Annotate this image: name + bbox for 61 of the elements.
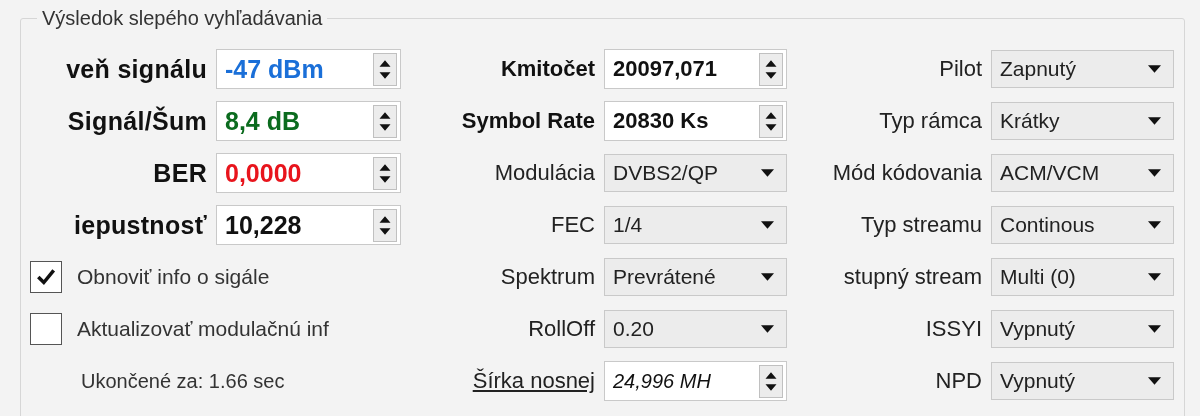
spin-arrows-icon[interactable] <box>759 104 783 138</box>
spin-box[interactable]: 20830 Ks <box>604 101 787 141</box>
field-label: Signál/Šum <box>66 106 208 136</box>
checkbox[interactable] <box>30 313 62 345</box>
field-label: NPD <box>934 368 983 394</box>
caret-icon <box>1148 377 1161 385</box>
caret-icon <box>1148 65 1161 73</box>
field-label: Pilot <box>938 56 983 82</box>
spin-arrows-icon[interactable] <box>759 364 783 398</box>
spin-box[interactable]: 8,4 dB <box>216 101 401 141</box>
spin-box[interactable]: 10,228 <box>216 205 401 245</box>
caret-icon <box>761 221 774 229</box>
field-label: Kmitočet <box>499 56 596 82</box>
dropdown[interactable]: Continous <box>991 206 1174 244</box>
spin-box[interactable]: 20097,071 <box>604 49 787 89</box>
caret-icon <box>1148 221 1161 229</box>
spin-box[interactable]: -47 dBm <box>216 49 401 89</box>
group-title: Výsledok slepého vyhľadávania <box>37 7 328 29</box>
dropdown[interactable]: Vypnutý <box>991 310 1174 348</box>
field-label: RollOff <box>527 316 596 342</box>
caret-icon <box>761 169 774 177</box>
checkbox-label: Aktualizovať modulačnú inf <box>77 317 329 341</box>
dropdown[interactable]: Multi (0) <box>991 258 1174 296</box>
field-label: ISSYI <box>924 316 983 342</box>
caret-icon <box>761 273 774 281</box>
field-label: iepustnosť <box>72 210 208 240</box>
dropdown[interactable]: 0.20 <box>604 310 787 348</box>
checkbox-label: Obnoviť info o sigále <box>77 265 270 289</box>
dropdown[interactable]: Prevrátené <box>604 258 787 296</box>
field-label: Typ streamu <box>859 212 983 238</box>
caret-icon <box>1148 273 1161 281</box>
field-label: Modulácia <box>493 160 596 186</box>
dropdown[interactable]: Zapnutý <box>991 50 1174 88</box>
field-label: Mód kódovania <box>831 160 983 186</box>
dropdown[interactable]: Krátky <box>991 102 1174 140</box>
spin-arrows-icon[interactable] <box>373 156 397 190</box>
field-link[interactable]: Šírka nosnej <box>413 368 604 394</box>
caret-icon <box>1148 325 1161 333</box>
spin-arrows-icon[interactable] <box>373 104 397 138</box>
caret-icon <box>761 325 774 333</box>
field-label: stupný stream <box>842 264 983 290</box>
field-label: veň signálu <box>65 54 208 84</box>
spin-box[interactable]: 24,996 MH <box>604 361 787 401</box>
field-label: FEC <box>550 212 596 238</box>
checkbox[interactable] <box>30 261 62 293</box>
field-label: BER <box>152 158 208 188</box>
status-text: Ukončené za: 1.66 sec <box>81 369 285 393</box>
field-label: Symbol Rate <box>460 108 596 134</box>
spin-arrows-icon[interactable] <box>759 52 783 86</box>
dropdown[interactable]: 1/4 <box>604 206 787 244</box>
caret-icon <box>1148 117 1161 125</box>
spin-arrows-icon[interactable] <box>373 208 397 242</box>
check-icon <box>35 266 57 288</box>
spin-arrows-icon[interactable] <box>373 52 397 86</box>
field-label: Typ rámca <box>878 108 983 134</box>
dropdown[interactable]: ACM/VCM <box>991 154 1174 192</box>
caret-icon <box>1148 169 1161 177</box>
dropdown[interactable]: DVBS2/QP <box>604 154 787 192</box>
dropdown[interactable]: Vypnutý <box>991 362 1174 400</box>
field-label: Spektrum <box>499 264 596 290</box>
spin-box[interactable]: 0,0000 <box>216 153 401 193</box>
